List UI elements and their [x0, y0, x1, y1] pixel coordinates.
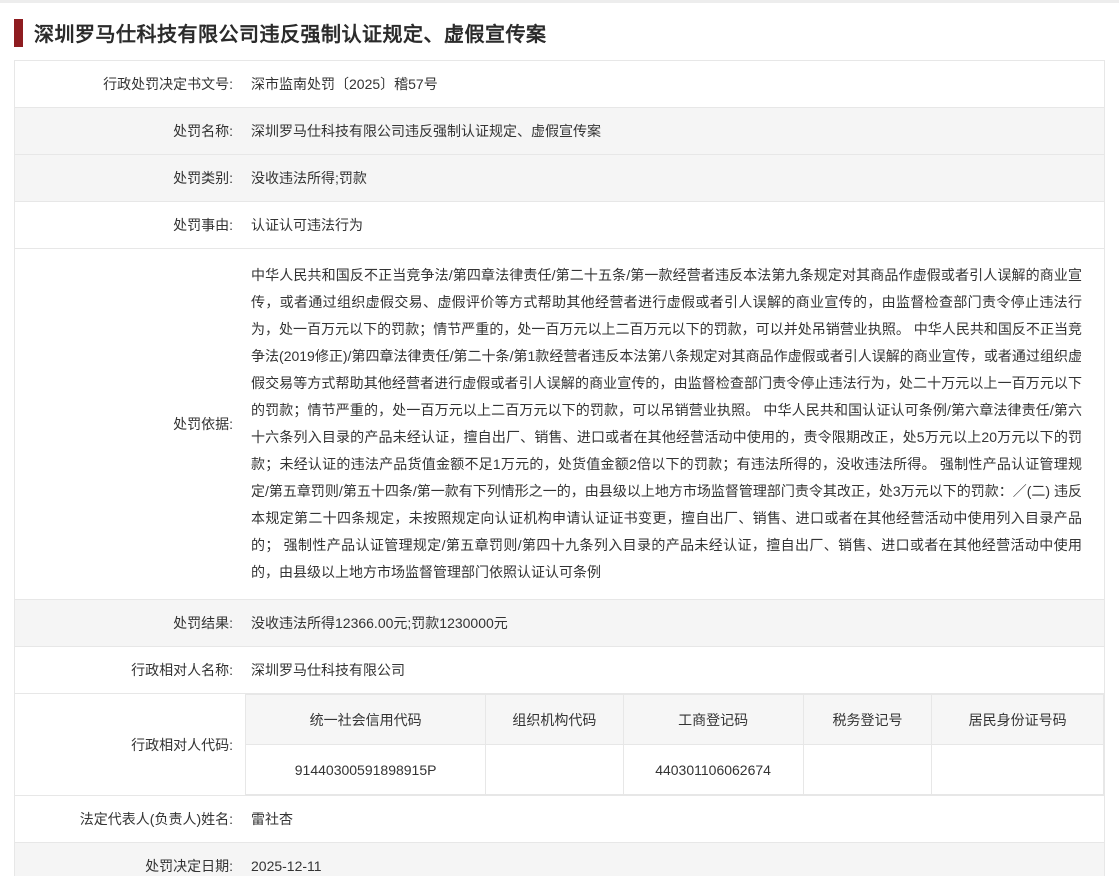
field-value-legal-representative: 雷社杏	[245, 796, 1104, 842]
party-codes-value-row: 91440300591898915P 440301106062674	[246, 745, 1104, 795]
codes-header-id-number: 居民身份证号码	[932, 695, 1104, 745]
row-doc-number: 行政处罚决定书文号: 深市监南处罚〔2025〕稽57号	[15, 61, 1104, 108]
codes-header-org-code: 组织机构代码	[486, 695, 623, 745]
field-value-penalty-category: 没收违法所得;罚款	[245, 155, 1104, 201]
penalty-detail-table: 行政处罚决定书文号: 深市监南处罚〔2025〕稽57号 处罚名称: 深圳罗马仕科…	[14, 60, 1105, 876]
codes-value-id-number	[932, 745, 1104, 795]
field-value-decision-date: 2025-12-11	[245, 843, 1104, 876]
codes-value-org-code	[486, 745, 623, 795]
field-label-doc-number: 行政处罚决定书文号:	[15, 61, 245, 107]
codes-header-business-reg-code: 工商登记码	[623, 695, 803, 745]
codes-value-credit-code: 91440300591898915P	[246, 745, 486, 795]
field-label-party-codes: 行政相对人代码:	[15, 694, 245, 795]
party-codes-area: 统一社会信用代码 组织机构代码 工商登记码 税务登记号 居民身份证号码 9144…	[245, 694, 1104, 795]
row-legal-representative: 法定代表人(负责人)姓名: 雷社杏	[15, 796, 1104, 843]
party-codes-header-row: 统一社会信用代码 组织机构代码 工商登记码 税务登记号 居民身份证号码	[246, 695, 1104, 745]
field-label-penalty-reason: 处罚事由:	[15, 202, 245, 248]
party-codes-table: 统一社会信用代码 组织机构代码 工商登记码 税务登记号 居民身份证号码 9144…	[245, 694, 1104, 795]
row-decision-date: 处罚决定日期: 2025-12-11	[15, 843, 1104, 876]
field-label-party-name: 行政相对人名称:	[15, 647, 245, 693]
field-label-legal-representative: 法定代表人(负责人)姓名:	[15, 796, 245, 842]
row-penalty-reason: 处罚事由: 认证认可违法行为	[15, 202, 1104, 249]
title-accent-bar	[14, 19, 23, 47]
page-header: 深圳罗马仕科技有限公司违反强制认证规定、虚假宣传案	[0, 3, 1119, 60]
codes-header-tax-reg-code: 税务登记号	[803, 695, 932, 745]
field-value-penalty-result: 没收违法所得12366.00元;罚款1230000元	[245, 600, 1104, 646]
field-label-penalty-basis: 处罚依据:	[15, 249, 245, 599]
row-party-codes: 行政相对人代码: 统一社会信用代码 组织机构代码 工商登记码 税务登记号 居民身…	[15, 694, 1104, 796]
codes-value-business-reg-code: 440301106062674	[623, 745, 803, 795]
field-label-penalty-category: 处罚类别:	[15, 155, 245, 201]
field-value-penalty-name: 深圳罗马仕科技有限公司违反强制认证规定、虚假宣传案	[245, 108, 1104, 154]
row-penalty-basis: 处罚依据: 中华人民共和国反不正当竞争法/第四章法律责任/第二十五条/第一款经营…	[15, 249, 1104, 600]
field-label-penalty-result: 处罚结果:	[15, 600, 245, 646]
page-title: 深圳罗马仕科技有限公司违反强制认证规定、虚假宣传案	[34, 18, 547, 47]
field-label-decision-date: 处罚决定日期:	[15, 843, 245, 876]
row-penalty-name: 处罚名称: 深圳罗马仕科技有限公司违反强制认证规定、虚假宣传案	[15, 108, 1104, 155]
field-label-penalty-name: 处罚名称:	[15, 108, 245, 154]
codes-value-tax-reg-code	[803, 745, 932, 795]
row-penalty-result: 处罚结果: 没收违法所得12366.00元;罚款1230000元	[15, 600, 1104, 647]
field-value-doc-number: 深市监南处罚〔2025〕稽57号	[245, 61, 1104, 107]
field-value-penalty-reason: 认证认可违法行为	[245, 202, 1104, 248]
codes-header-credit-code: 统一社会信用代码	[246, 695, 486, 745]
field-value-party-name: 深圳罗马仕科技有限公司	[245, 647, 1104, 693]
field-value-penalty-basis: 中华人民共和国反不正当竞争法/第四章法律责任/第二十五条/第一款经营者违反本法第…	[245, 249, 1104, 599]
row-penalty-category: 处罚类别: 没收违法所得;罚款	[15, 155, 1104, 202]
row-party-name: 行政相对人名称: 深圳罗马仕科技有限公司	[15, 647, 1104, 694]
